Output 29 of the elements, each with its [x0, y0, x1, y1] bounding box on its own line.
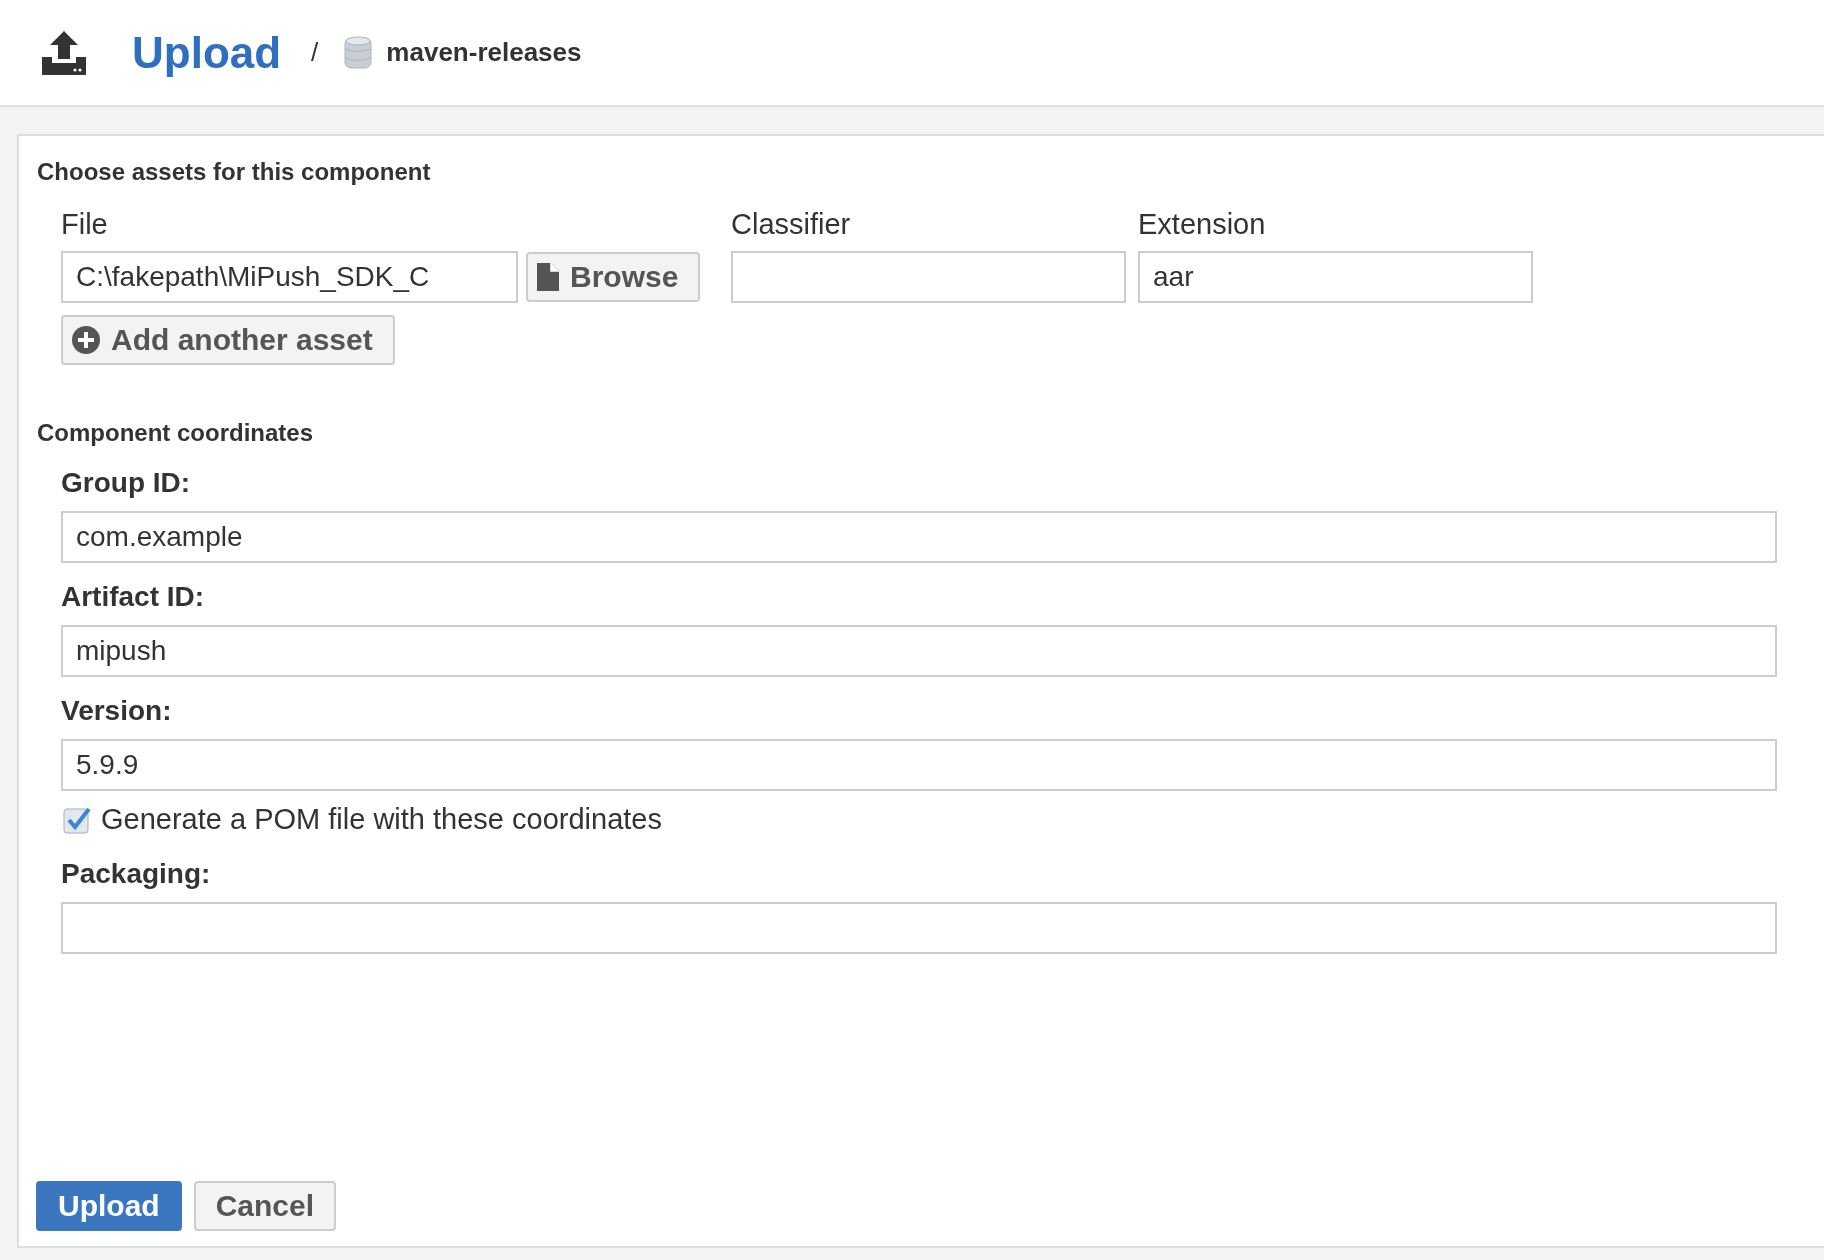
section-heading: Component coordinates [37, 419, 314, 447]
checkbox[interactable] [63, 805, 91, 834]
column-label: Classifier [731, 208, 852, 241]
text-field[interactable]: com.example [61, 511, 1777, 563]
column-label: Extension [1138, 208, 1267, 241]
text-field[interactable]: mipush [61, 625, 1777, 677]
classifier-field[interactable] [731, 251, 1126, 303]
page-title: Upload [132, 27, 282, 78]
field-label: Version: [61, 695, 173, 727]
upload-button[interactable]: Upload [36, 1181, 182, 1231]
column-label: File [61, 208, 109, 241]
browse-button[interactable]: Browse [526, 252, 701, 302]
file-path-field[interactable]: C:\fakepath\MiPush_SDK_C [61, 251, 518, 303]
repository-name[interactable]: maven-releases [386, 37, 582, 68]
breadcrumb-separator: / [311, 37, 319, 68]
database-icon [344, 34, 373, 71]
checkbox-label: Generate a POM file with these coordinates [101, 803, 662, 836]
field-label: Packaging: [61, 858, 212, 890]
packaging-field[interactable] [61, 902, 1777, 954]
extension-field[interactable]: aar [1138, 251, 1533, 303]
add-asset-button[interactable]: Add another asset [61, 315, 395, 365]
field-label: Group ID: [61, 467, 192, 499]
section-heading: Choose assets for this component [37, 158, 432, 186]
file-icon [536, 262, 560, 292]
plus-circle-icon [71, 325, 101, 355]
text-field[interactable]: 5.9.9 [61, 739, 1777, 791]
upload-icon [40, 28, 88, 77]
cancel-button[interactable]: Cancel [193, 1181, 337, 1231]
field-label: Artifact ID: [61, 581, 206, 613]
